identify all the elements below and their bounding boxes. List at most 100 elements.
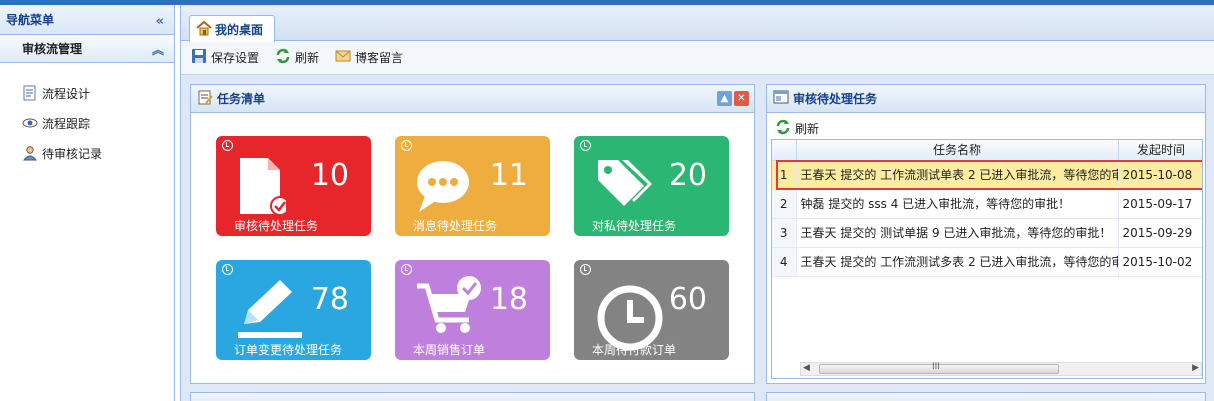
table-row[interactable]: 2 钟磊 提交的 sss 4 已进入审批流，等待您的审批！ 2015-09-17 xyxy=(772,189,1202,219)
start-time-cell: 2015-10-02 xyxy=(1118,247,1202,277)
user-icon xyxy=(22,145,38,161)
task-list-icon xyxy=(197,89,213,108)
tile-count: 18 xyxy=(489,282,528,317)
scroll-right-icon[interactable]: ▶ xyxy=(1192,363,1199,373)
row-number-header xyxy=(772,140,797,161)
table-row[interactable]: 1 王春天 提交的 工作流测试单表 2 已进入审批流，等待您的审批！ 2015-… xyxy=(772,160,1202,190)
sidebar-title: 导航菜单 xyxy=(6,13,55,27)
sidebar-item-flow-design[interactable]: 流程设计 xyxy=(0,78,174,108)
table-row[interactable]: 4 王春天 提交的 工作流测试多表 2 已进入审批流，等待您的审批！ 2015-… xyxy=(772,247,1202,277)
grid-header-row: 任务名称 发起时间 xyxy=(772,140,1202,161)
collapse-sidebar-icon[interactable]: « xyxy=(156,14,164,29)
scrollbar-thumb[interactable]: III xyxy=(819,362,1059,374)
close-panel-icon[interactable]: ✕ xyxy=(734,91,749,106)
tile-weekly-sales-orders[interactable]: 18 本周销售订单 xyxy=(395,260,550,360)
tile-count: 20 xyxy=(668,158,707,193)
task-list-title: 任务清单 xyxy=(217,92,266,106)
task-name-cell: 王春天 提交的 测试单据 9 已进入审批流，等待您的审批！ xyxy=(796,218,1119,248)
refresh-button[interactable]: 刷新 xyxy=(275,48,319,67)
audit-tasks-title: 审核待处理任务 xyxy=(793,92,878,106)
desktop-content: 任务清单 ▲ ✕ 10 审核待处理任务 11 消息待处理任务 20 对私待处理任… xyxy=(181,76,1214,401)
sidebar-section-title: 审核流管理 xyxy=(22,42,83,56)
tile-label: 本周销售订单 xyxy=(413,343,486,357)
column-header-task-name[interactable]: 任务名称 xyxy=(796,140,1119,161)
tile-audit-tasks[interactable]: 10 审核待处理任务 xyxy=(216,136,371,236)
pencil-icon xyxy=(238,280,302,338)
toolbar: 保存设置 刷新 博客留言 xyxy=(181,41,1214,75)
main-area: 我的桌面 保存设置 刷新 博客留言 任务清单 ▲ ✕ 10 审核待处理任务 11… xyxy=(180,5,1214,401)
audit-tasks-panel: 审核待处理任务 刷新 任务名称 发起时间 1 王春天 提交的 工作流测试单表 2… xyxy=(766,84,1206,384)
refresh-icon xyxy=(275,48,291,67)
refresh-icon xyxy=(775,119,791,138)
task-list-panel-header: 任务清单 ▲ ✕ xyxy=(191,85,754,113)
lower-left-panel-header xyxy=(191,393,754,401)
row-number: 3 xyxy=(772,218,797,248)
cart-check-icon xyxy=(417,276,481,333)
envelope-icon xyxy=(335,48,351,67)
window-icon xyxy=(773,89,789,108)
document-check-icon xyxy=(240,158,286,216)
collapse-panel-icon[interactable]: ▲ xyxy=(717,91,732,106)
sidebar-item-label: 流程设计 xyxy=(42,86,91,101)
lower-left-panel xyxy=(190,392,755,401)
save-settings-label: 保存设置 xyxy=(211,51,260,65)
tab-label: 我的桌面 xyxy=(215,22,264,37)
blog-message-button[interactable]: 博客留言 xyxy=(335,48,403,67)
blog-message-label: 博客留言 xyxy=(355,51,404,65)
lower-right-panel xyxy=(766,392,1206,401)
clock-icon xyxy=(401,264,412,275)
scroll-left-icon[interactable]: ◀ xyxy=(803,363,810,373)
sidebar-section-header[interactable]: 审核流管理 ︽ xyxy=(0,35,174,63)
task-list-panel: 任务清单 ▲ ✕ 10 审核待处理任务 11 消息待处理任务 20 对私待处理任… xyxy=(190,84,755,384)
task-name-cell: 王春天 提交的 工作流测试单表 2 已进入审批流，等待您的审批！ xyxy=(796,160,1119,190)
horizontal-scrollbar[interactable]: ◀ III ▶ xyxy=(800,362,1202,376)
lower-right-panel-header xyxy=(767,393,1205,401)
eye-icon xyxy=(22,115,38,131)
sidebar-item-pending-records[interactable]: 待审核记录 xyxy=(0,138,174,168)
start-time-cell: 2015-09-29 xyxy=(1118,218,1202,248)
tile-count: 11 xyxy=(489,158,528,193)
audit-refresh-label: 刷新 xyxy=(795,122,820,136)
home-icon xyxy=(196,20,212,39)
tab-my-desktop[interactable]: 我的桌面 xyxy=(189,15,275,42)
tile-label: 订单变更待处理任务 xyxy=(234,343,343,357)
audit-refresh-button[interactable]: 刷新 xyxy=(775,119,819,138)
sidebar-item-flow-tracking[interactable]: 流程跟踪 xyxy=(0,108,174,138)
clock-icon xyxy=(580,264,591,275)
task-name-cell: 王春天 提交的 工作流测试多表 2 已进入审批流，等待您的审批！ xyxy=(796,247,1119,277)
sidebar: 导航菜单 « 审核流管理 ︽ 流程设计 流程跟踪 待审核记录 xyxy=(0,5,175,401)
start-time-cell: 2015-10-08 xyxy=(1118,160,1202,190)
flow-design-icon xyxy=(22,85,38,101)
column-header-start-time[interactable]: 发起时间 xyxy=(1118,140,1202,161)
sidebar-header: 导航菜单 « xyxy=(0,5,174,35)
task-name-cell: 钟磊 提交的 sss 4 已进入审批流，等待您的审批！ xyxy=(796,189,1119,219)
table-row[interactable]: 3 王春天 提交的 测试单据 9 已进入审批流，等待您的审批！ 2015-09-… xyxy=(772,218,1202,248)
tile-message-tasks[interactable]: 11 消息待处理任务 xyxy=(395,136,550,236)
sidebar-item-label: 待审核记录 xyxy=(42,146,103,161)
tile-label: 消息待处理任务 xyxy=(413,219,498,233)
tile-weekly-unpaid-orders[interactable]: 60 本周待付款订单 xyxy=(574,260,729,360)
clock-icon xyxy=(401,140,412,151)
sidebar-menu: 流程设计 流程跟踪 待审核记录 xyxy=(0,63,174,168)
tab-strip: 我的桌面 xyxy=(181,5,1214,42)
tile-order-change-tasks[interactable]: 78 订单变更待处理任务 xyxy=(216,260,371,360)
save-icon xyxy=(191,48,207,67)
tile-private-tasks[interactable]: 20 对私待处理任务 xyxy=(574,136,729,236)
tile-count: 60 xyxy=(668,282,707,317)
row-number: 4 xyxy=(772,247,797,277)
tags-icon xyxy=(598,160,652,206)
tile-label: 审核待处理任务 xyxy=(234,219,319,233)
audit-tasks-panel-header: 审核待处理任务 xyxy=(767,85,1205,113)
clock-icon xyxy=(580,140,591,151)
audit-tasks-grid: 任务名称 发起时间 1 王春天 提交的 工作流测试单表 2 已进入审批流，等待您… xyxy=(771,139,1203,379)
sidebar-item-label: 流程跟踪 xyxy=(42,116,91,131)
clock-icon xyxy=(222,264,233,275)
start-time-cell: 2015-09-17 xyxy=(1118,189,1202,219)
chat-bubble-icon xyxy=(417,161,469,212)
row-number: 2 xyxy=(772,189,797,219)
save-settings-button[interactable]: 保存设置 xyxy=(191,48,259,67)
collapse-section-icon[interactable]: ︽ xyxy=(152,41,164,58)
tile-count: 78 xyxy=(310,282,349,317)
clock-icon xyxy=(222,140,233,151)
row-number: 1 xyxy=(772,160,797,190)
